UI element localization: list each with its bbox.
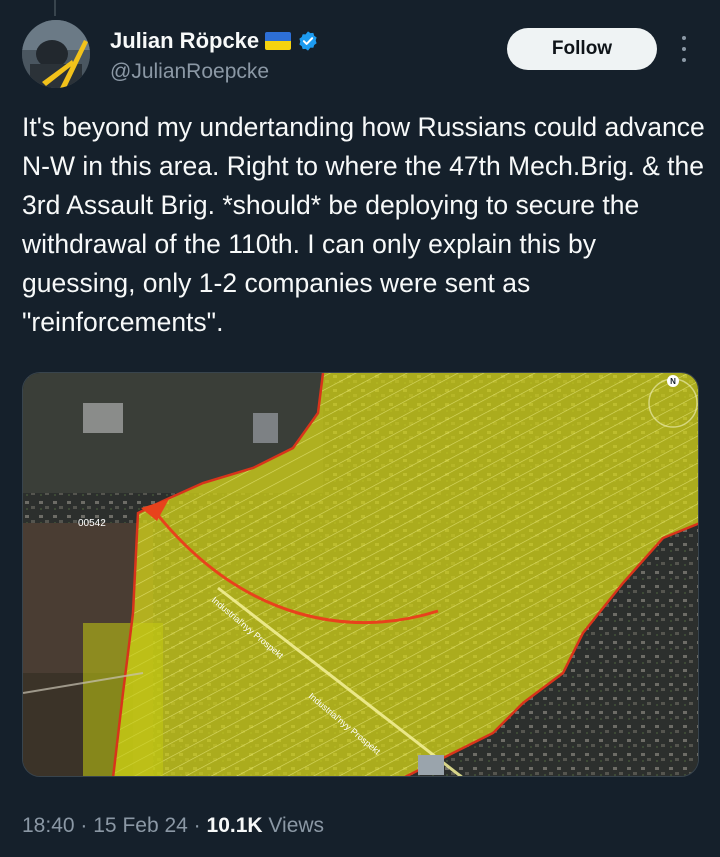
meta-separator: · (193, 814, 201, 837)
author-names: Julian Röpcke @JulianRoepcke (110, 28, 319, 84)
display-name[interactable]: Julian Röpcke (110, 28, 259, 54)
avatar[interactable] (22, 20, 90, 88)
thread-line (54, 0, 56, 16)
map-image: N 00542 Industrial'nyy Prospekt Industri… (23, 373, 698, 776)
tweet-media[interactable]: N 00542 Industrial'nyy Prospekt Industri… (22, 372, 699, 777)
tweet-header: Julian Röpcke @JulianRoepcke Follow (22, 20, 698, 90)
handle[interactable]: @JulianRoepcke (110, 60, 319, 84)
avatar-image (22, 20, 90, 88)
more-options-icon[interactable] (674, 36, 694, 62)
north-marker-label: N (670, 377, 676, 386)
display-name-row: Julian Röpcke (110, 28, 319, 54)
views-label: Views (268, 814, 325, 837)
meta-separator: · (80, 814, 88, 837)
road-code-label: 00542 (78, 518, 106, 529)
follow-button[interactable]: Follow (507, 28, 657, 70)
views-count[interactable]: 10.1K (207, 814, 263, 837)
tweet-date[interactable]: 15 Feb 24 (93, 814, 188, 837)
tweet-text: It's beyond my undertanding how Russians… (22, 112, 705, 337)
verified-badge-icon (299, 31, 317, 51)
tweet-time[interactable]: 18:40 (22, 814, 75, 837)
tweet-meta: 18:40 · 15 Feb 24 · 10.1K Views (22, 814, 324, 838)
ukraine-flag-icon (265, 32, 292, 50)
